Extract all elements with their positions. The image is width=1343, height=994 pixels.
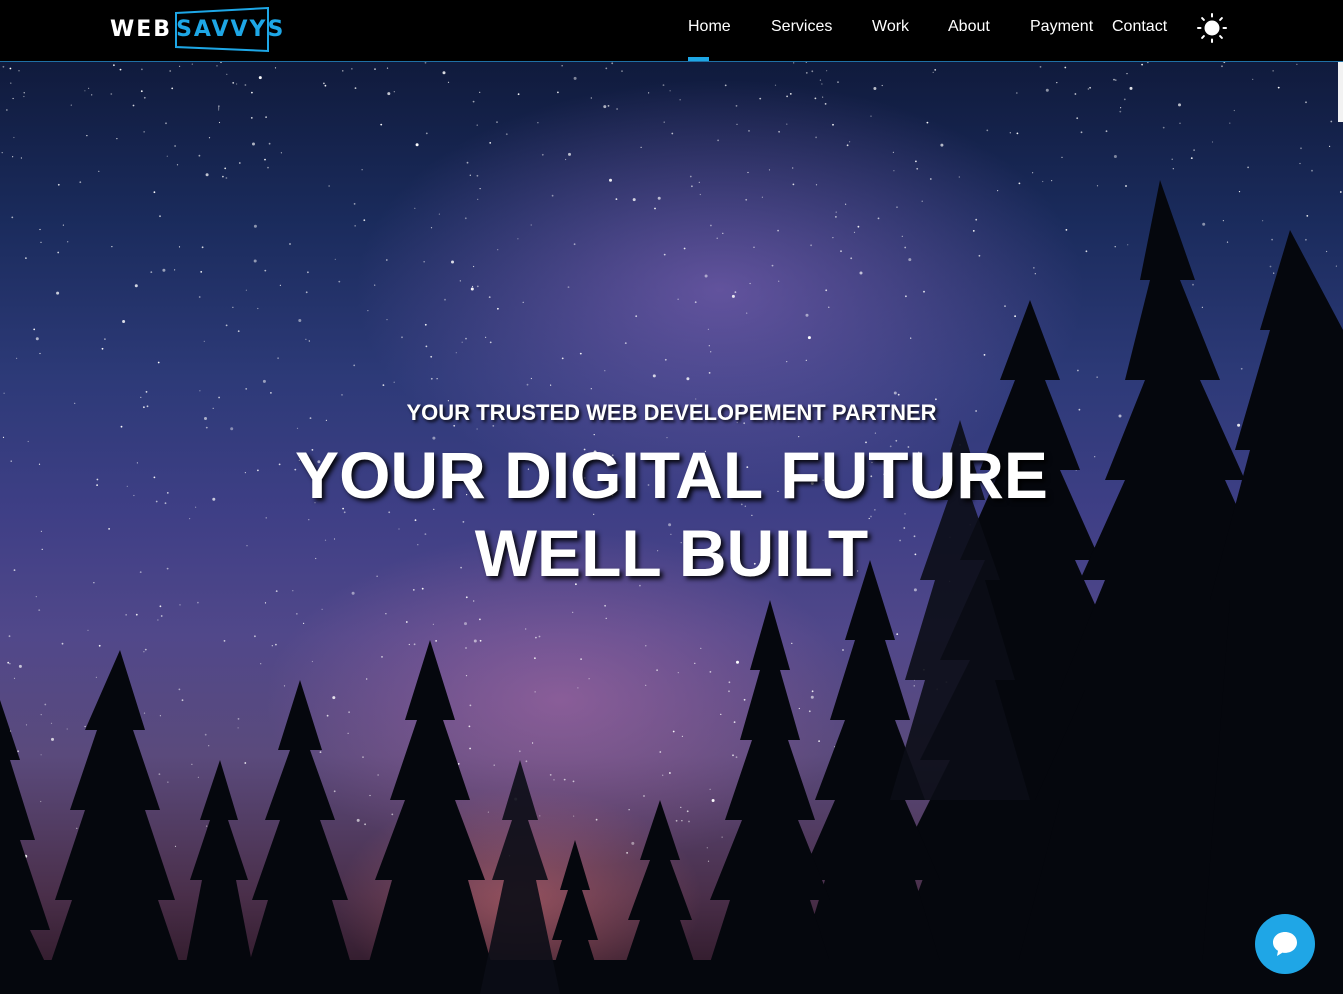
page: WEB SAVVYS Home Services Work About Paym… [0,0,1343,994]
active-nav-indicator [688,57,709,61]
sun-icon [1197,13,1227,43]
hero-title-line-1: YOUR DIGITAL FUTURE [295,438,1048,512]
hero-subtitle: YOUR TRUSTED WEB DEVELOPEMENT PARTNER [406,400,937,425]
logo-text-web: WEB [110,16,173,42]
nav-work[interactable]: Work [872,18,909,36]
nav-services[interactable]: Services [771,18,832,36]
logo-text-savvys: SAVVYS [176,16,286,42]
nav-contact[interactable]: Contact [1112,18,1167,36]
hero-title-line-2: WELL BUILT [474,516,869,590]
hero-title: YOUR DIGITAL FUTURE WELL BUILT [0,436,1343,592]
chat-launcher-button[interactable] [1255,914,1315,974]
scrollbar-thumb[interactable] [1338,62,1343,122]
nav-about[interactable]: About [948,18,990,36]
websavvys-logo[interactable]: WEB SAVVYS [110,6,283,53]
nav-home[interactable]: Home [688,18,731,36]
logo-frame: SAVVYS [174,7,291,53]
chat-bubble-icon [1273,932,1297,956]
theme-toggle-button[interactable] [1196,12,1228,44]
nav-payment[interactable]: Payment [1030,18,1093,36]
top-navbar: WEB SAVVYS Home Services Work About Paym… [0,0,1343,62]
